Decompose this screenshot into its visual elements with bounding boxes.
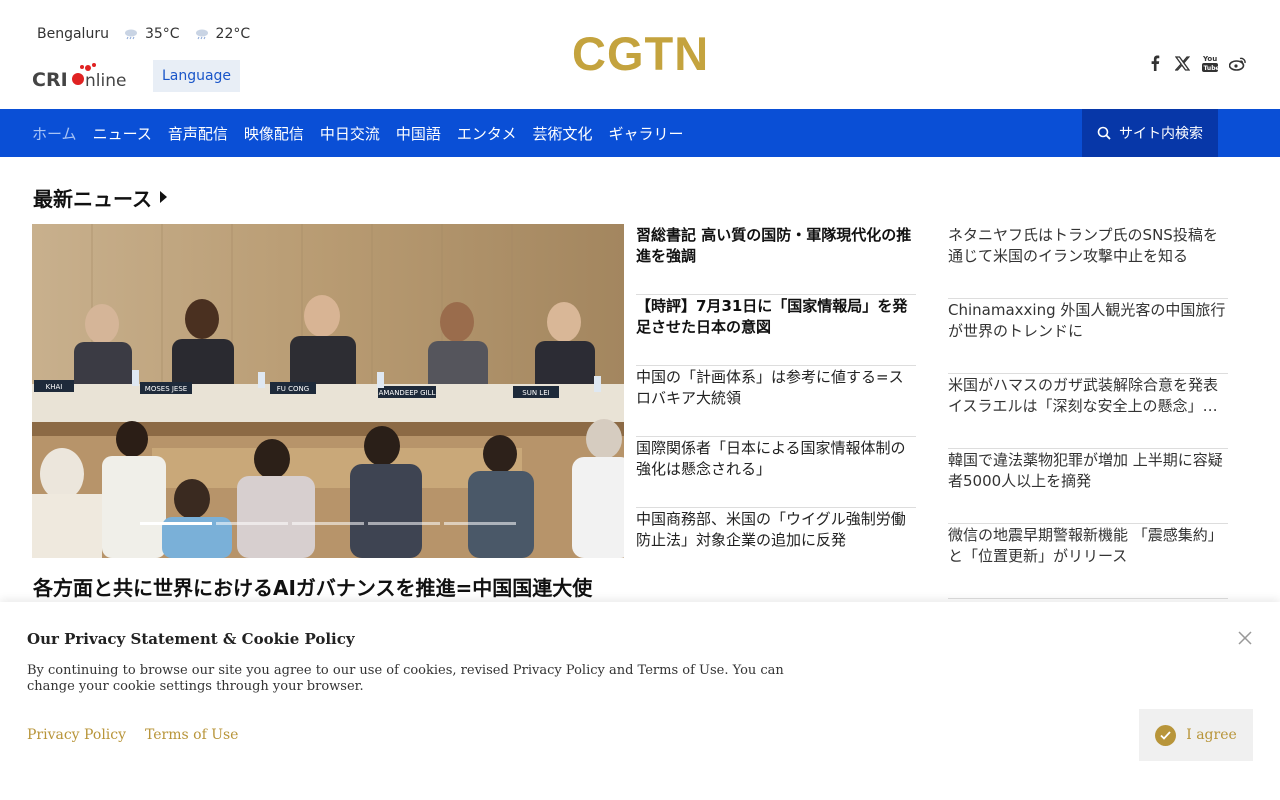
nav-item-news[interactable]: ニュース: [93, 123, 152, 144]
news-item-title: 韓国で違法薬物犯罪が増加 上半期に容疑者5000人以上を摘発: [948, 451, 1223, 490]
nameplate-1: MOSES JESE: [145, 385, 187, 393]
language-button[interactable]: Language: [153, 60, 240, 92]
news-item[interactable]: Chinamaxxing 外国人観光客の中国旅行が世界のトレンドに: [948, 299, 1228, 374]
terms-of-use-link[interactable]: Terms of Use: [145, 727, 238, 743]
chevron-right-icon: [160, 191, 167, 203]
weibo-icon[interactable]: [1228, 53, 1248, 73]
latest-news-heading[interactable]: 最新ニュース: [33, 184, 167, 211]
youtube-icon[interactable]: You Tube: [1200, 53, 1220, 73]
nav-item-arts-culture[interactable]: 芸術文化: [532, 123, 592, 144]
cloud-rain-icon: [124, 29, 137, 40]
latest-news-list: ネタニヤフ氏はトランプ氏のSNS投稿を通じて米国のイラン攻撃中止を知る Chin…: [948, 224, 1228, 599]
cri-online-logo[interactable]: CRI nline: [32, 62, 136, 90]
cookie-banner: Our Privacy Statement & Cookie Policy By…: [0, 602, 1280, 800]
cookie-banner-title: Our Privacy Statement & Cookie Policy: [27, 630, 355, 648]
hero-image[interactable]: KHAI MOSES JESE FU CONG AMANDEEP GILL SU…: [32, 224, 624, 558]
svg-text:Tube: Tube: [1204, 65, 1219, 72]
nameplate-3: AMANDEEP GILL: [379, 389, 436, 397]
svg-text:nline: nline: [85, 71, 126, 90]
nameplate-2: FU CONG: [277, 385, 309, 393]
weather-temp-high: 35°C: [144, 26, 180, 42]
hero-headline[interactable]: 各方面と共に世界におけるAIガバナンスを推進=中国国連大使: [33, 572, 592, 601]
cloud-rain-icon: [195, 29, 208, 40]
nav-item-home[interactable]: ホーム: [32, 123, 77, 144]
nameplate-0: KHAI: [46, 383, 63, 391]
facebook-icon[interactable]: [1145, 53, 1165, 73]
nav-item-china-japan[interactable]: 中日交流: [320, 123, 380, 144]
news-item[interactable]: 中国の「計画体系」は参考に値する=スロバキア大統領: [636, 366, 916, 437]
agree-button-label: I agree: [1186, 727, 1237, 743]
close-icon[interactable]: [1236, 629, 1254, 647]
carousel-dot[interactable]: [140, 522, 212, 525]
carousel-dot[interactable]: [368, 522, 440, 525]
nav-item-entertainment[interactable]: エンタメ: [457, 123, 517, 144]
svg-text:CRI: CRI: [32, 69, 68, 90]
cgtn-logo[interactable]: CGTN: [572, 30, 712, 78]
nameplate-4: SUN LEI: [522, 389, 549, 397]
news-item-title: 米国がハマスのガザ武装解除合意を発表 イスラエルは「深刻な安全上の懸念」を表明: [948, 376, 1219, 415]
site-header: Bengaluru 35°C 22°C CRI nline Language C…: [0, 0, 1280, 109]
section-title-text: 最新ニュース: [33, 186, 152, 211]
agree-button[interactable]: I agree: [1139, 709, 1253, 761]
news-item[interactable]: 習総書記 高い質の国防・軍隊現代化の推進を強調: [636, 224, 916, 295]
search-icon: [1097, 126, 1111, 140]
weather-temp-low: 22°C: [215, 26, 251, 42]
site-search-label: サイト内検索: [1119, 126, 1203, 142]
un-meeting-photo: KHAI MOSES JESE FU CONG AMANDEEP GILL SU…: [32, 224, 624, 558]
weather-city: Bengaluru: [37, 26, 109, 42]
news-item[interactable]: 微信の地震早期警報新機能 「震感集約」と「位置更新」がリリース: [948, 524, 1228, 599]
news-item[interactable]: 中国商務部、米国の「ウイグル強制労働防止法」対象企業の追加に反発: [636, 508, 916, 579]
news-item-title: ネタニヤフ氏はトランプ氏のSNS投稿を通じて米国のイラン攻撃中止を知る: [948, 226, 1218, 265]
news-item[interactable]: 米国がハマスのガザ武装解除合意を発表 イスラエルは「深刻な安全上の懸念」を表明: [948, 374, 1228, 449]
nav-item-video[interactable]: 映像配信: [244, 123, 304, 144]
checkmark-icon: [1155, 724, 1177, 746]
x-icon[interactable]: [1172, 53, 1192, 73]
news-item-title: 微信の地震早期警報新機能 「震感集約」と「位置更新」がリリース: [948, 526, 1223, 565]
site-search-button[interactable]: サイト内検索: [1082, 109, 1218, 157]
nav-item-chinese-language[interactable]: 中国語: [396, 123, 441, 144]
news-item[interactable]: 国際関係者「日本による国家情報体制の強化は懸念される」: [636, 437, 916, 508]
nav-item-gallery[interactable]: ギャラリー: [608, 123, 683, 144]
news-item[interactable]: ネタニヤフ氏はトランプ氏のSNS投稿を通じて米国のイラン攻撃中止を知る: [948, 224, 1228, 299]
carousel-dot[interactable]: [216, 522, 288, 525]
featured-news-list: 習総書記 高い質の国防・軍隊現代化の推進を強調 【時評】7月31日に「国家情報局…: [636, 224, 916, 579]
carousel-dot[interactable]: [444, 522, 516, 525]
weather-widget: Bengaluru 35°C 22°C: [37, 25, 250, 43]
news-item-title: Chinamaxxing 外国人観光客の中国旅行が世界のトレンドに: [948, 301, 1226, 340]
nav-item-audio[interactable]: 音声配信: [168, 123, 228, 144]
privacy-policy-link[interactable]: Privacy Policy: [27, 727, 126, 743]
carousel-dot[interactable]: [292, 522, 364, 525]
news-item[interactable]: 【時評】7月31日に「国家情報局」を発足させた日本の意図: [636, 295, 916, 366]
carousel-indicators: [140, 522, 520, 525]
cookie-banner-text: By continuing to browse our site you agr…: [27, 663, 784, 694]
svg-text:You: You: [1202, 55, 1217, 63]
news-item[interactable]: 韓国で違法薬物犯罪が増加 上半期に容疑者5000人以上を摘発: [948, 449, 1228, 524]
